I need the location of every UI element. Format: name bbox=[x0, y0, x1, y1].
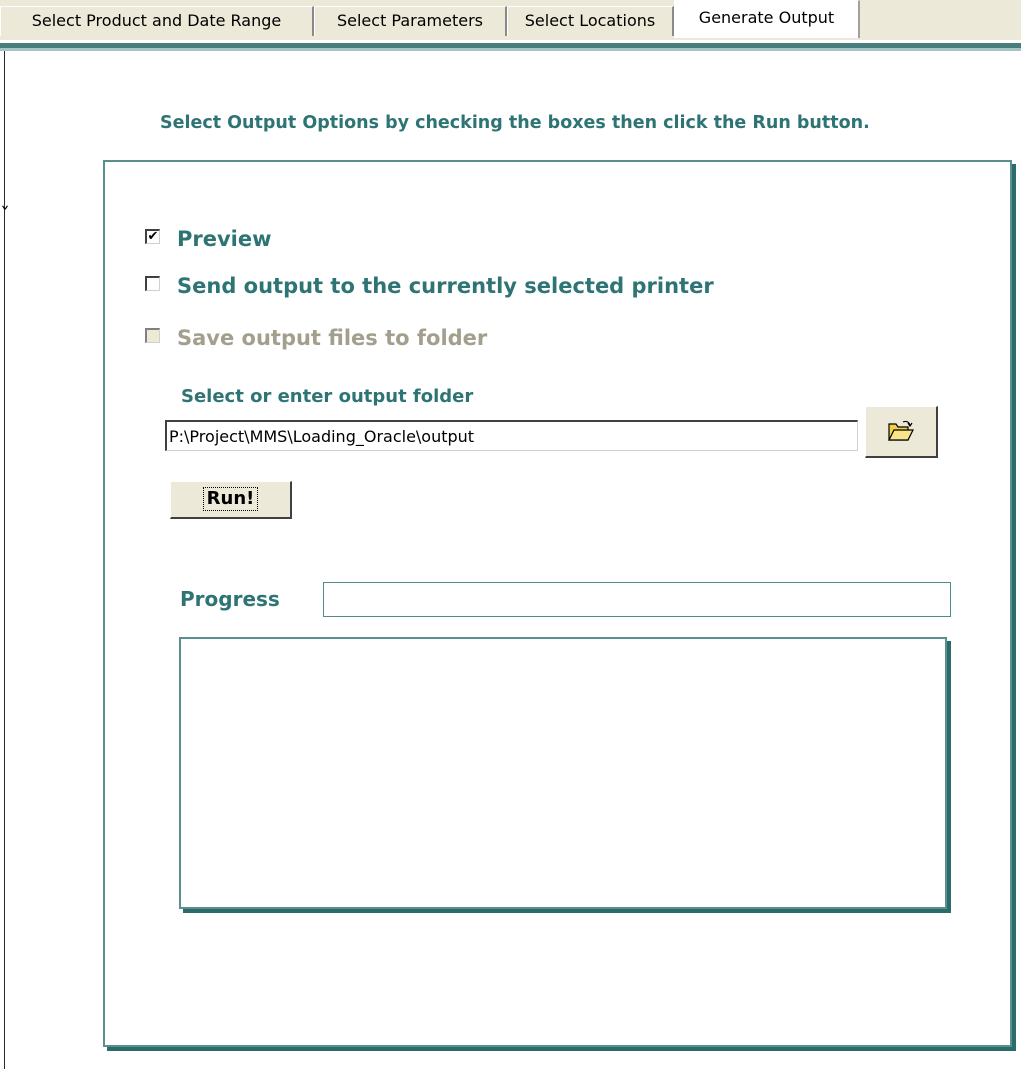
tab-select-parameters[interactable]: Select Parameters bbox=[314, 6, 507, 36]
output-folder-input[interactable] bbox=[165, 420, 858, 451]
run-button[interactable]: Run! bbox=[170, 481, 292, 519]
open-folder-icon bbox=[888, 420, 914, 441]
save-files-label: Save output files to folder bbox=[177, 326, 488, 350]
edge-mark-icon: ˇ bbox=[0, 203, 10, 227]
browse-folder-button[interactable] bbox=[865, 406, 938, 458]
progress-label: Progress bbox=[180, 587, 280, 611]
preview-option[interactable]: ✔ Preview bbox=[145, 225, 272, 253]
progress-bar bbox=[323, 582, 951, 617]
instruction-text: Select Output Options by checking the bo… bbox=[160, 113, 870, 133]
run-button-label: Run! bbox=[202, 487, 259, 511]
output-folder-label: Select or enter output folder bbox=[181, 386, 474, 407]
app-window: Select Product and Date Range Select Par… bbox=[0, 0, 1021, 1069]
preview-label: Preview bbox=[177, 227, 272, 251]
output-log-box[interactable] bbox=[179, 637, 947, 909]
tab-generate-output[interactable]: Generate Output bbox=[674, 0, 860, 38]
printer-checkbox[interactable] bbox=[145, 275, 160, 291]
tab-divider-shadow bbox=[0, 48, 1021, 51]
tab-select-product-and-date-range[interactable]: Select Product and Date Range bbox=[0, 6, 314, 36]
printer-option[interactable]: Send output to the currently selected pr… bbox=[145, 272, 714, 300]
printer-label: Send output to the currently selected pr… bbox=[177, 274, 714, 298]
save-files-option: Save output files to folder bbox=[145, 324, 487, 352]
tab-select-locations[interactable]: Select Locations bbox=[507, 6, 674, 36]
save-files-checkbox bbox=[145, 327, 160, 343]
tab-strip: Select Product and Date Range Select Par… bbox=[0, 0, 1021, 40]
preview-checkbox[interactable]: ✔ bbox=[145, 228, 160, 244]
